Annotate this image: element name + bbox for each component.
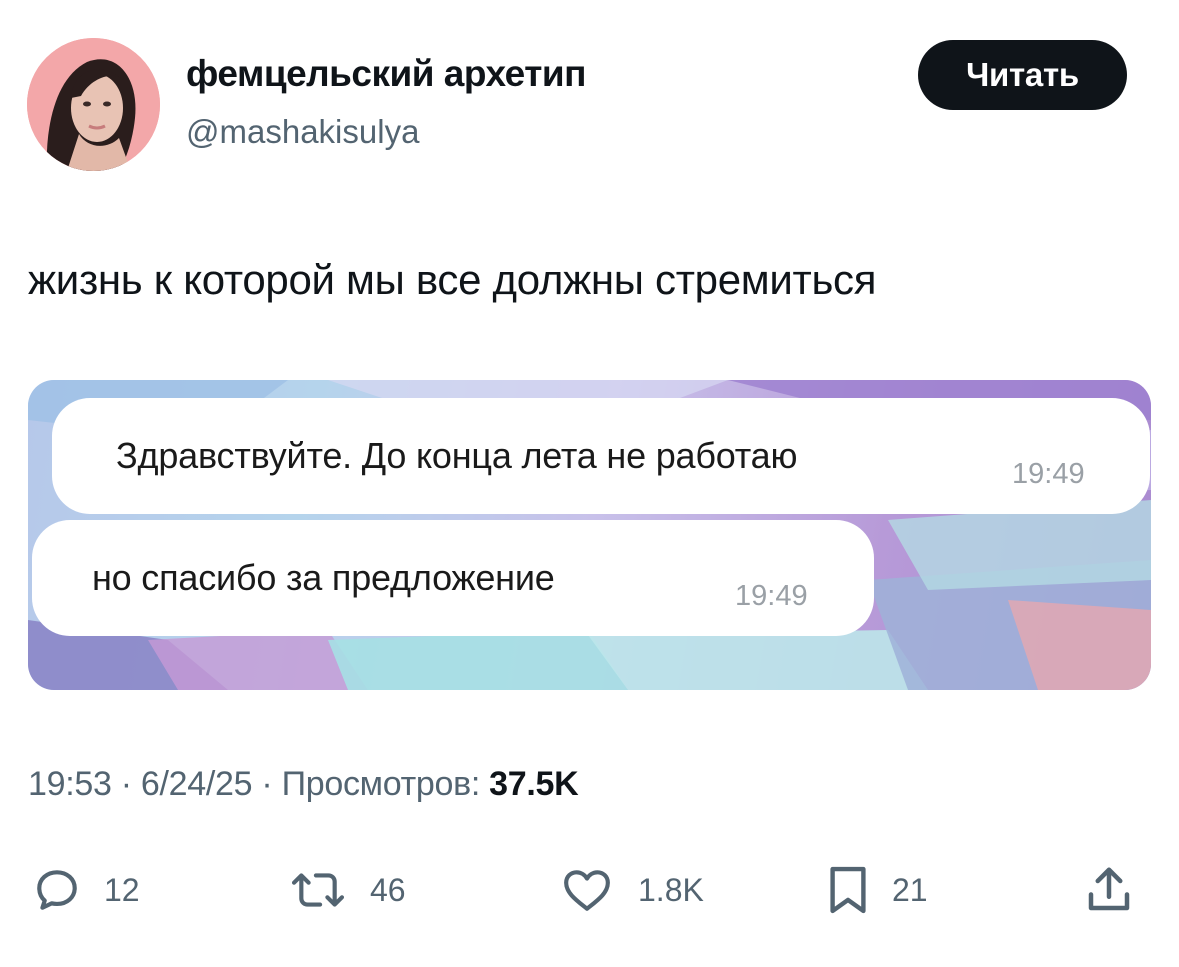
heart-icon — [564, 870, 610, 911]
tweet-meta: 19:53 · 6/24/25 · Просмотров: 37.5K — [28, 765, 579, 804]
author-display-name[interactable]: фемцельский архетип — [186, 53, 586, 95]
retweet-count: 46 — [370, 871, 406, 908]
tweet-media-image[interactable]: Здравствуйте. До конца лета не работаю 1… — [28, 380, 1151, 690]
message-time: 19:49 — [735, 580, 808, 612]
tweet-date[interactable]: 6/24/25 — [141, 765, 253, 803]
message-text: но спасибо за предложение — [92, 557, 555, 598]
bookmark-button[interactable]: 21 — [826, 860, 928, 920]
meta-separator: · — [252, 765, 282, 803]
message-time: 19:49 — [1012, 458, 1085, 490]
message-bubble: Здравствуйте. До конца лета не работаю 1… — [52, 398, 1150, 514]
tweet-time[interactable]: 19:53 — [28, 765, 112, 803]
reply-icon — [37, 870, 77, 910]
retweet-icon — [291, 873, 345, 907]
like-button[interactable]: 1.8K — [558, 860, 704, 920]
message-bubble: но спасибо за предложение 19:49 — [32, 520, 874, 636]
tweet-actions: 12 46 1.8K 21 — [0, 860, 1179, 920]
share-button[interactable] — [1084, 860, 1134, 920]
profile-photo — [27, 38, 160, 171]
message-text: Здравствуйте. До конца лета не работаю — [116, 435, 798, 476]
bookmark-count: 21 — [892, 871, 928, 908]
like-count: 1.8K — [638, 871, 704, 908]
follow-button[interactable]: Читать — [918, 40, 1127, 110]
tweet-text: жизнь к которой мы все должны стремиться — [28, 256, 877, 303]
views-label: Просмотров: — [281, 765, 490, 803]
reply-count: 12 — [104, 871, 140, 908]
reply-button[interactable]: 12 — [32, 860, 140, 920]
views-count[interactable]: 37.5K — [489, 765, 579, 803]
avatar[interactable] — [27, 38, 160, 171]
retweet-button[interactable]: 46 — [288, 860, 406, 920]
share-icon — [1088, 867, 1130, 911]
author-handle[interactable]: @mashakisulya — [186, 113, 419, 151]
meta-separator: · — [111, 765, 141, 803]
bookmark-icon — [830, 866, 866, 914]
